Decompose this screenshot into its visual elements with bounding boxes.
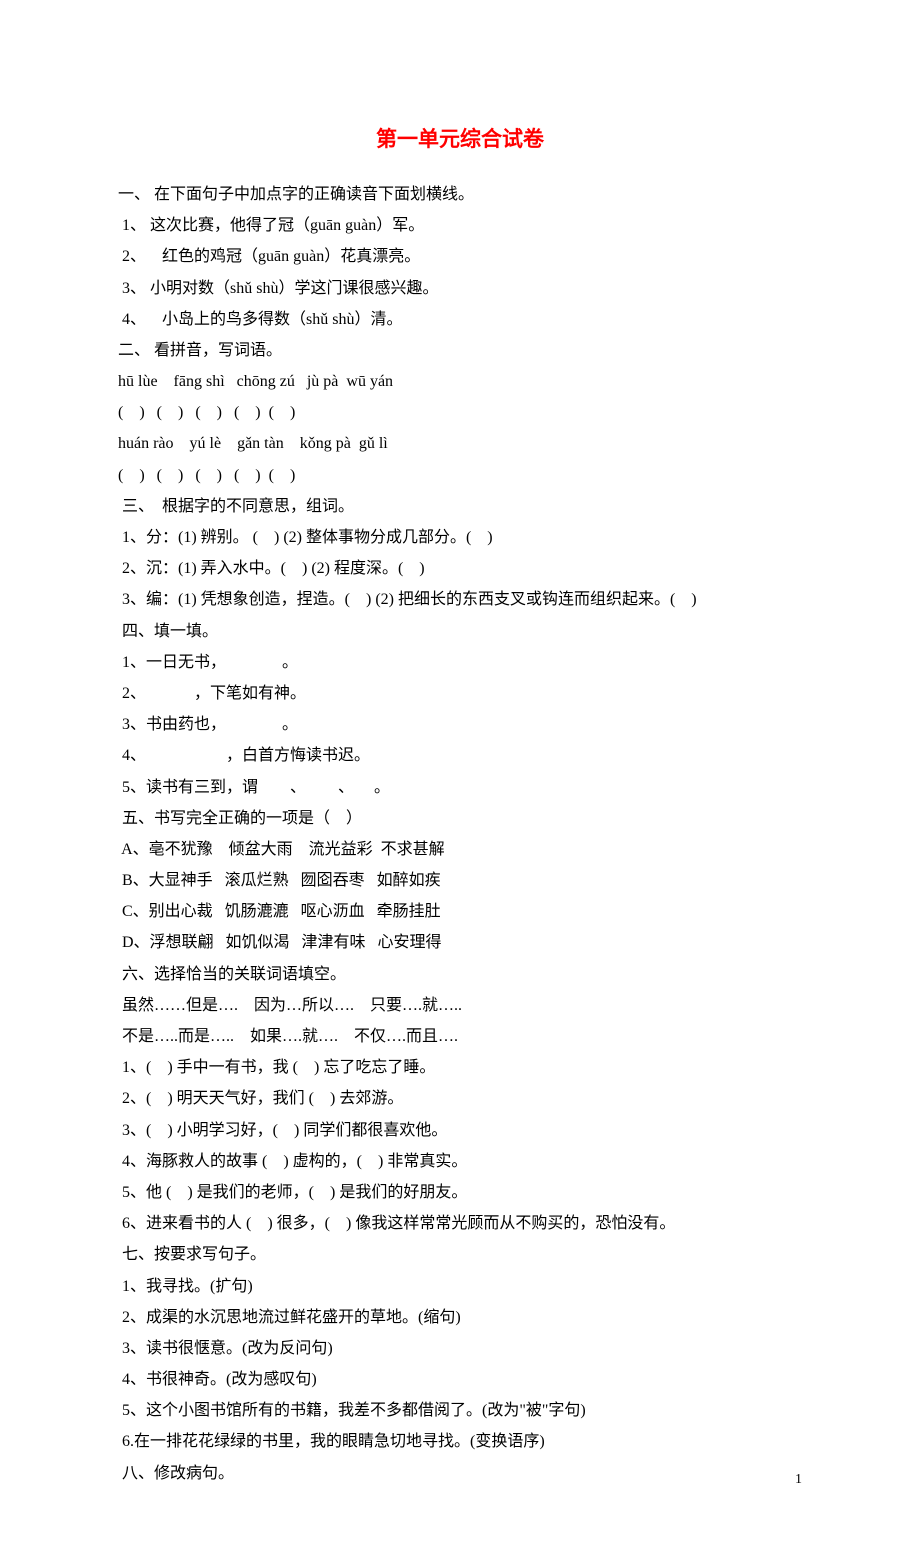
exam-line: 2、 ，下笔如有神。 [118, 678, 802, 709]
exam-line: 七、按要求写句子。 [118, 1239, 802, 1270]
exam-line: 6、进来看书的人 ( ) 很多，( ) 像我这样常常光顾而从不购买的，恐怕没有。 [118, 1208, 802, 1239]
exam-line: 5、读书有三到，谓 、 、 。 [118, 772, 802, 803]
exam-line: 4、海豚救人的故事 ( ) 虚构的，( ) 非常真实。 [118, 1146, 802, 1177]
exam-body: 一、 在下面句子中加点字的正确读音下面划横线。 1、 这次比赛，他得了冠（guā… [118, 179, 802, 1489]
exam-line: 1、分：(1) 辨别。 ( ) (2) 整体事物分成几部分。( ) [118, 522, 802, 553]
exam-line: 4、 ，白首方悔读书迟。 [118, 740, 802, 771]
exam-line: 二、 看拼音，写词语。 [118, 335, 802, 366]
exam-line: 四、填一填。 [118, 616, 802, 647]
exam-line: 3、读书很惬意。(改为反问句) [118, 1333, 802, 1364]
exam-line: 3、编：(1) 凭想象创造，捏造。( ) (2) 把细长的东西支叉或钩连而组织起… [118, 584, 802, 615]
exam-line: hū lùe fāng shì chōng zú jù pà wū yán [118, 366, 802, 397]
exam-line: 1、我寻找。(扩句) [118, 1271, 802, 1302]
exam-line: 6.在一排花花绿绿的书里，我的眼睛急切地寻找。(变换语序) [118, 1426, 802, 1457]
exam-page: 第一单元综合试卷 一、 在下面句子中加点字的正确读音下面划横线。 1、 这次比赛… [0, 0, 920, 1549]
exam-line: 不是…..而是….. 如果….就…. 不仅….而且…. [118, 1021, 802, 1052]
exam-line: 1、( ) 手中一有书，我 ( ) 忘了吃忘了睡。 [118, 1052, 802, 1083]
exam-line: 2、 红色的鸡冠（guān guàn）花真漂亮。 [118, 241, 802, 272]
exam-line: 1、 这次比赛，他得了冠（guān guàn）军。 [118, 210, 802, 241]
exam-line: 3、书由药也， 。 [118, 709, 802, 740]
exam-line: 4、 小岛上的鸟多得数（shǔ shù）清。 [118, 304, 802, 335]
exam-line: 五、书写完全正确的一项是（ ） [118, 803, 802, 834]
exam-line: C、别出心裁 饥肠漉漉 呕心沥血 牵肠挂肚 [118, 896, 802, 927]
exam-line: ( ) ( ) ( ) ( ) ( ) [118, 397, 802, 428]
exam-line: ( ) ( ) ( ) ( ) ( ) [118, 460, 802, 491]
exam-line: D、浮想联翩 如饥似渴 津津有味 心安理得 [118, 927, 802, 958]
exam-line: 虽然……但是…. 因为…所以…. 只要….就….. [118, 990, 802, 1021]
exam-line: 2、沉：(1) 弄入水中。( ) (2) 程度深。( ) [118, 553, 802, 584]
exam-line: huán rào yú lè gǎn tàn kǒng pà gǔ lì [118, 428, 802, 459]
exam-line: 2、( ) 明天天气好，我们 ( ) 去郊游。 [118, 1083, 802, 1114]
exam-line: 1、一日无书， 。 [118, 647, 802, 678]
exam-line: 5、这个小图书馆所有的书籍，我差不多都借阅了。(改为"被"字句) [118, 1395, 802, 1426]
page-number: 1 [795, 1466, 802, 1493]
exam-line: 3、 小明对数（shǔ shù）学这门课很感兴趣。 [118, 273, 802, 304]
exam-line: 4、书很神奇。(改为感叹句) [118, 1364, 802, 1395]
exam-line: 2、成渠的水沉思地流过鲜花盛开的草地。(缩句) [118, 1302, 802, 1333]
exam-line: A、亳不犹豫 倾盆大雨 流光益彩 不求甚解 [118, 834, 802, 865]
page-title: 第一单元综合试卷 [118, 120, 802, 161]
exam-line: 六、选择恰当的关联词语填空。 [118, 959, 802, 990]
exam-line: 三、 根据字的不同意思，组词。 [118, 491, 802, 522]
exam-line: B、大显神手 滚瓜烂熟 囫囵吞枣 如醉如疾 [118, 865, 802, 896]
exam-line: 3、( ) 小明学习好，( ) 同学们都很喜欢他。 [118, 1115, 802, 1146]
exam-line: 5、他 ( ) 是我们的老师，( ) 是我们的好朋友。 [118, 1177, 802, 1208]
exam-line: 一、 在下面句子中加点字的正确读音下面划横线。 [118, 179, 802, 210]
exam-line: 八、修改病句。 [118, 1458, 802, 1489]
